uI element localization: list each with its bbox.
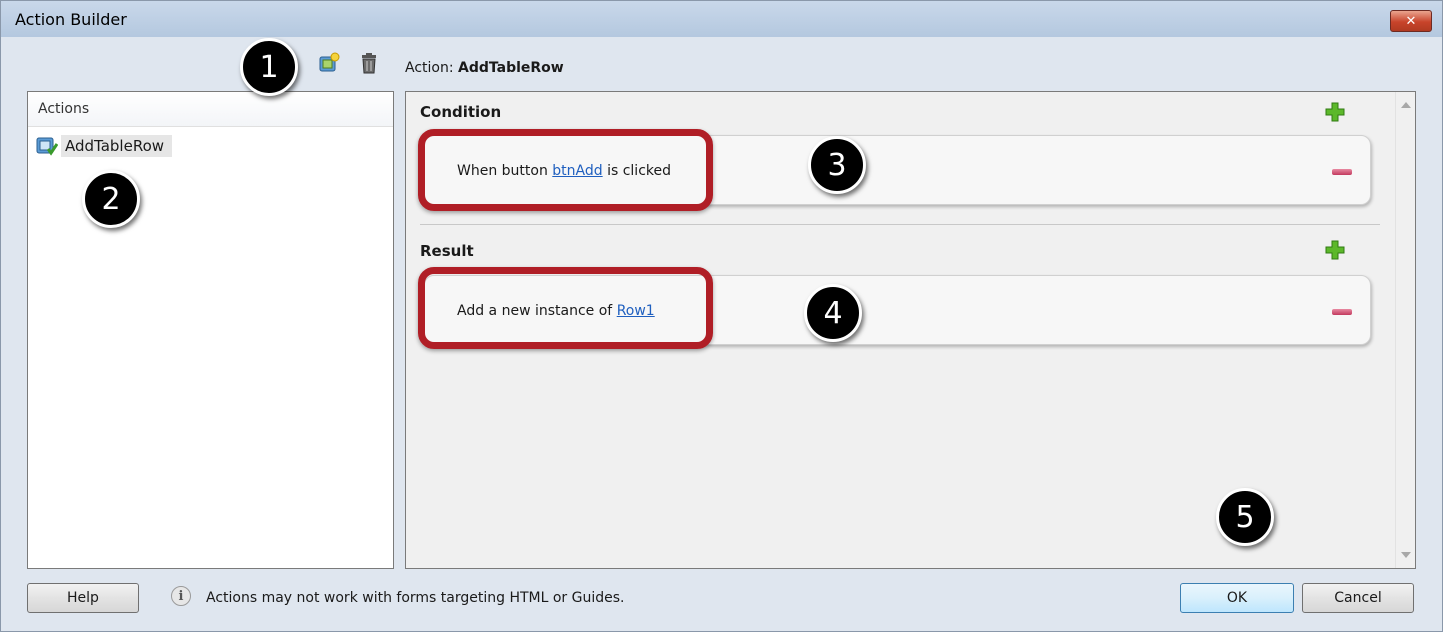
- new-action-icon[interactable]: [318, 52, 340, 74]
- actions-header: Actions: [28, 92, 393, 127]
- info-icon: i: [171, 586, 191, 606]
- list-item-addtablerow[interactable]: AddTableRow: [36, 133, 173, 159]
- window-title: Action Builder: [15, 10, 127, 29]
- callout-4: 4: [804, 284, 862, 342]
- vertical-scrollbar[interactable]: [1395, 92, 1415, 568]
- trash-icon[interactable]: [358, 52, 380, 74]
- action-prefix: Action:: [405, 60, 454, 76]
- scroll-down-arrow[interactable]: [1401, 552, 1411, 558]
- result-title: Result: [420, 242, 474, 260]
- remove-result-button[interactable]: [1332, 309, 1352, 315]
- help-button[interactable]: Help: [27, 583, 139, 613]
- condition-title: Condition: [420, 103, 502, 121]
- scroll-up-arrow[interactable]: [1401, 102, 1411, 108]
- actions-list: Actions AddTableRow: [27, 91, 394, 569]
- action-name: AddTableRow: [458, 60, 564, 76]
- cancel-button[interactable]: Cancel: [1302, 583, 1414, 613]
- ok-button[interactable]: OK: [1180, 583, 1294, 613]
- remove-condition-button[interactable]: [1332, 169, 1352, 175]
- action-item-label: AddTableRow: [61, 135, 173, 157]
- action-icon: [36, 137, 58, 156]
- add-condition-button[interactable]: [1324, 101, 1346, 123]
- condition-highlight: [418, 129, 713, 211]
- info-message: Actions may not work with forms targetin…: [206, 590, 625, 606]
- callout-1: 1: [240, 38, 298, 96]
- callout-3: 3: [808, 136, 866, 194]
- add-result-button[interactable]: [1324, 239, 1346, 261]
- section-divider: [420, 224, 1380, 225]
- result-highlight: [418, 267, 713, 349]
- close-button[interactable]: ✕: [1390, 10, 1432, 32]
- callout-5: 5: [1216, 488, 1274, 546]
- callout-2: 2: [82, 170, 140, 228]
- title-bar: Action Builder ✕: [1, 1, 1442, 37]
- action-title: Action: AddTableRow: [405, 60, 564, 76]
